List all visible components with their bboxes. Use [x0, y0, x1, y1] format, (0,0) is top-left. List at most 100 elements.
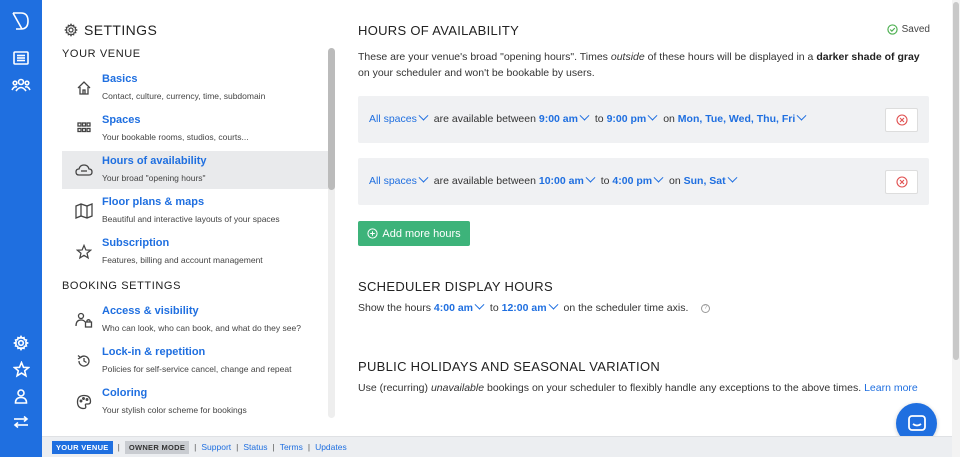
- nav-item-access-visibility[interactable]: Access & visibility Who can look, who ca…: [62, 301, 328, 339]
- gear-icon[interactable]: [0, 331, 42, 355]
- icon-rail: [0, 0, 42, 457]
- rule-text: are available between: [433, 175, 536, 187]
- scheduler-text: to: [489, 302, 499, 314]
- spaces-dropdown[interactable]: All spaces: [369, 172, 431, 187]
- users-lock-icon: [74, 310, 94, 330]
- scheduler-to-dropdown[interactable]: 12:00 am: [502, 299, 561, 314]
- star-icon: [74, 242, 94, 262]
- owner-mode-badge[interactable]: OWNER MODE: [124, 440, 190, 454]
- from-time-value: 9:00 am: [538, 113, 578, 125]
- footer-separator: |: [117, 442, 120, 452]
- nav-item-floor-plans[interactable]: Floor plans & maps Beautiful and interac…: [62, 192, 328, 230]
- add-more-hours-button[interactable]: Add more hours: [358, 221, 470, 246]
- days-dropdown[interactable]: Mon, Tue, Wed, Thu, Fri: [677, 110, 809, 125]
- to-time-value: 9:00 pm: [606, 113, 647, 125]
- chevron-down-icon: [418, 110, 429, 121]
- chevron-down-icon: [585, 172, 596, 183]
- spaces-dropdown[interactable]: All spaces: [369, 110, 431, 125]
- nav-scrollbar[interactable]: [328, 48, 335, 418]
- rule-text: to: [600, 175, 610, 187]
- intro-text: of these hours will be displayed in a: [644, 51, 817, 63]
- days-dropdown[interactable]: Sun, Sat: [683, 172, 740, 187]
- delete-rule-button[interactable]: [885, 108, 918, 132]
- status-link[interactable]: Status: [243, 442, 267, 452]
- chevron-down-icon: [579, 110, 590, 121]
- nav-item-lock-in-repetition[interactable]: Lock-in & repetition Policies for self-s…: [62, 342, 328, 380]
- settings-nav: SETTINGS YOUR VENUE Basics Contact, cult…: [42, 0, 338, 436]
- to-time-dropdown[interactable]: 9:00 pm: [606, 110, 661, 125]
- nav-item-desc: Your bookable rooms, studios, courts...: [102, 132, 249, 142]
- holidays-emphasis: unavailable: [430, 382, 485, 394]
- booking-settings-header: BOOKING SETTINGS: [62, 280, 182, 292]
- intro-emphasis: outside: [610, 51, 645, 63]
- nav-item-label: Basics: [102, 73, 138, 85]
- your-venue-badge[interactable]: YOUR VENUE: [52, 440, 113, 454]
- footer-separator: |: [194, 442, 197, 452]
- days-value: Mon, Tue, Wed, Thu, Fri: [677, 113, 796, 125]
- star-icon[interactable]: [0, 357, 42, 381]
- nav-item-label: Subscription: [102, 237, 170, 249]
- check-circle-icon: [886, 24, 898, 35]
- page-scrollbar-thumb[interactable]: [953, 2, 959, 360]
- rule-text: are available between: [433, 113, 536, 125]
- terms-link[interactable]: Terms: [280, 442, 303, 452]
- add-button-label: Add more hours: [382, 227, 461, 240]
- holidays-text-part: Use (recurring): [358, 382, 431, 394]
- scheduler-text: Show the hours: [358, 302, 431, 314]
- saved-status: Saved: [886, 24, 930, 35]
- cloud-icon: [74, 160, 94, 180]
- help-icon[interactable]: ?: [701, 303, 711, 313]
- nav-item-label: Floor plans & maps: [102, 196, 205, 208]
- switch-icon[interactable]: [0, 410, 42, 434]
- rule-sentence: All spaces are available between 10:00 a…: [369, 172, 740, 187]
- nav-item-desc: Your stylish color scheme for bookings: [102, 405, 247, 415]
- from-time-dropdown[interactable]: 10:00 am: [538, 172, 598, 187]
- from-time-value: 10:00 am: [538, 175, 584, 187]
- delete-circle-icon: [895, 176, 908, 188]
- nav-item-coloring[interactable]: Coloring Your stylish color scheme for b…: [62, 383, 328, 421]
- page-scrollbar[interactable]: [952, 0, 960, 457]
- scheduler-from-value: 4:00 am: [433, 302, 473, 314]
- person-icon[interactable]: [0, 384, 42, 408]
- support-link[interactable]: Support: [201, 442, 231, 452]
- days-value: Sun, Sat: [683, 175, 726, 187]
- from-time-dropdown[interactable]: 9:00 am: [538, 110, 592, 125]
- chevron-down-icon: [653, 172, 664, 183]
- holidays-text-part: bookings on your scheduler to flexibly h…: [484, 382, 865, 394]
- footer-bar: YOUR VENUE | OWNER MODE | Support | Stat…: [42, 436, 952, 457]
- chevron-down-icon: [647, 110, 658, 121]
- nav-item-label: Spaces: [102, 114, 141, 126]
- nav-item-label: Lock-in & repetition: [102, 346, 206, 358]
- nav-item-subscription[interactable]: Subscription Features, billing and accou…: [62, 233, 328, 271]
- settings-title-text: SETTINGS: [84, 22, 158, 38]
- chevron-down-icon: [796, 110, 807, 121]
- updates-link[interactable]: Updates: [315, 442, 347, 452]
- nav-item-desc: Your broad "opening hours": [102, 173, 206, 183]
- palette-icon: [74, 392, 94, 412]
- list-icon[interactable]: [0, 46, 42, 70]
- chevron-down-icon: [548, 299, 559, 310]
- scheduler-text: on the scheduler time axis.: [563, 302, 689, 314]
- chevron-down-icon: [727, 172, 738, 183]
- users-icon[interactable]: [0, 73, 42, 97]
- to-time-dropdown[interactable]: 4:00 pm: [612, 172, 666, 187]
- chat-icon: [907, 414, 926, 431]
- logo-icon[interactable]: [0, 9, 42, 33]
- chevron-down-icon: [418, 172, 429, 183]
- to-time-value: 4:00 pm: [612, 175, 653, 187]
- scheduler-sentence: Show the hours 4:00 am to 12:00 am on th…: [358, 299, 930, 316]
- scheduler-title: SCHEDULER DISPLAY HOURS: [358, 279, 553, 294]
- intro-text: on your scheduler and won't be bookable …: [358, 67, 595, 79]
- scheduler-from-dropdown[interactable]: 4:00 am: [433, 299, 487, 314]
- availability-rule: All spaces are available between 10:00 a…: [358, 158, 929, 205]
- nav-item-spaces[interactable]: Spaces Your bookable rooms, studios, cou…: [62, 110, 328, 148]
- nav-scrollbar-thumb[interactable]: [328, 48, 335, 190]
- learn-more-link[interactable]: Learn more: [864, 382, 918, 394]
- footer-separator: |: [307, 442, 311, 452]
- hours-intro: These are your venue's broad "opening ho…: [358, 49, 930, 81]
- your-venue-header: YOUR VENUE: [62, 48, 141, 60]
- nav-item-basics[interactable]: Basics Contact, culture, currency, time,…: [62, 69, 328, 107]
- delete-rule-button[interactable]: [885, 170, 918, 194]
- nav-item-hours-of-availability[interactable]: Hours of availability Your broad "openin…: [62, 151, 328, 189]
- nav-item-desc: Contact, culture, currency, time, subdom…: [102, 91, 266, 101]
